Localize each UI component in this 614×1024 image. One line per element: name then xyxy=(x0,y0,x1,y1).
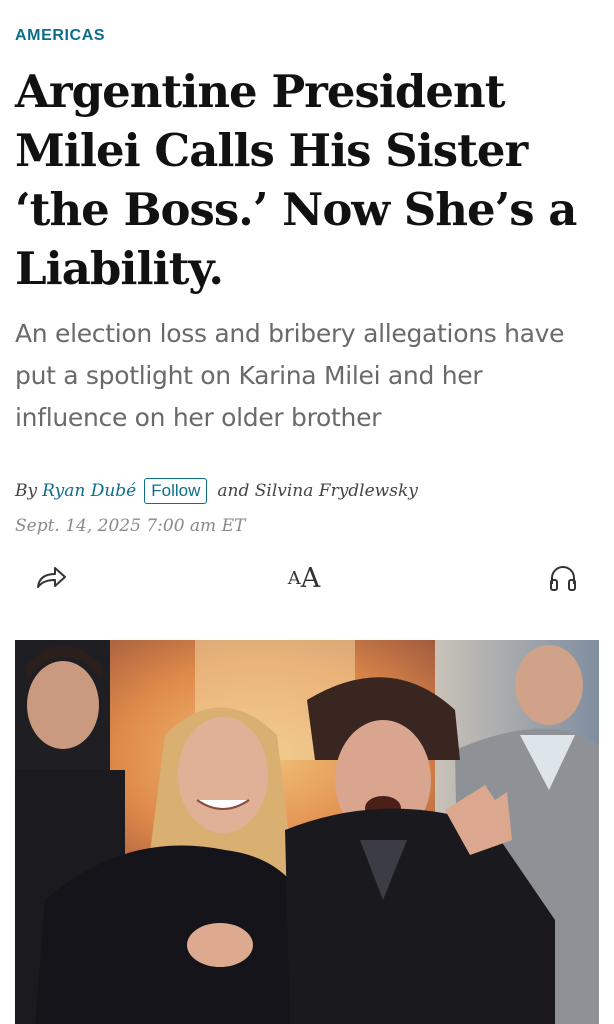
listen-button[interactable] xyxy=(546,560,580,596)
photo-illustration xyxy=(15,640,599,1024)
headphones-icon xyxy=(550,566,576,591)
author-link[interactable]: Ryan Dubé xyxy=(42,481,136,501)
publish-timestamp: Sept. 14, 2025 7:00 am ET xyxy=(15,516,246,536)
text-size-large-glyph: A xyxy=(300,562,321,594)
share-arrow-icon xyxy=(37,567,66,588)
dek: An election loss and bribery allegations… xyxy=(15,319,565,432)
second-author[interactable]: and Silvina Frydlewsky xyxy=(217,481,418,501)
text-size-button[interactable]: A A xyxy=(283,560,325,596)
byline: By Ryan Dubé Follow and Silvina Frydlews… xyxy=(15,478,418,504)
section-label[interactable]: AMERICAS xyxy=(15,27,105,45)
byline-prefix: By xyxy=(15,481,38,501)
share-button[interactable] xyxy=(33,560,69,596)
article-photo[interactable] xyxy=(15,640,599,1024)
text-size-small-glyph: A xyxy=(287,567,301,589)
follow-button[interactable]: Follow xyxy=(144,478,208,504)
headline: Argentine President Milei Calls His Sist… xyxy=(15,65,577,295)
